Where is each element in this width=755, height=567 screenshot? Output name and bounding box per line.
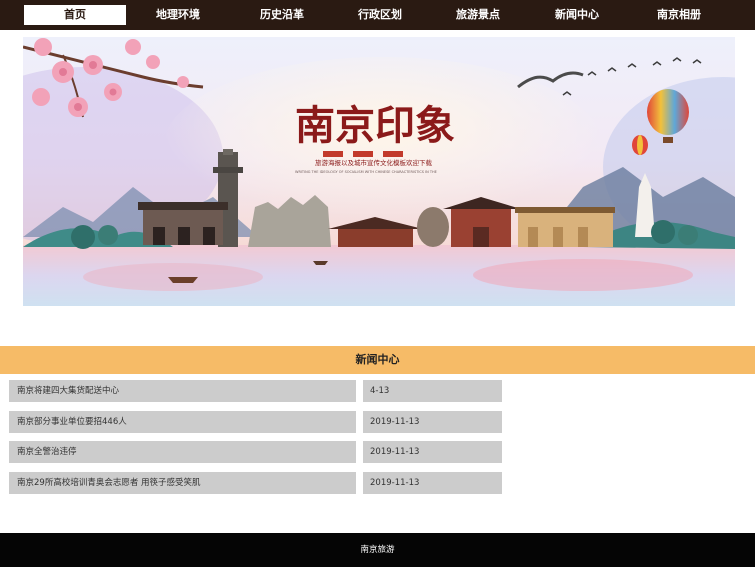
news-title-link[interactable]: 南京部分事业单位要招446人 (9, 411, 356, 433)
footer-text: 南京旅游 (360, 545, 395, 555)
nav-item-home[interactable]: 首页 (24, 5, 126, 25)
nav-item-news[interactable]: 新闻中心 (530, 5, 624, 25)
nav-item-history[interactable]: 历史沿革 (230, 5, 334, 25)
nav-item-geography[interactable]: 地理环境 (126, 5, 230, 25)
news-date: 2019-11-13 (363, 441, 502, 463)
banner-title: 南京印象 (295, 102, 455, 149)
nav-item-album[interactable]: 南京相册 (624, 5, 734, 25)
news-date: 2019-11-13 (363, 472, 502, 494)
nav-item-attractions[interactable]: 旅游景点 (426, 5, 530, 25)
news-title-link[interactable]: 南京将建四大集货配送中心 (9, 380, 356, 402)
news-title-link[interactable]: 南京29所高校培训青奥会志愿者 用筷子感受笑肌 (9, 472, 356, 494)
news-title-link[interactable]: 南京全警治违停 (9, 441, 356, 463)
news-date: 4-13 (363, 380, 502, 402)
news-date: 2019-11-13 (363, 411, 502, 433)
banner-image: 南京印象 旅游海报以及城市宣传文化模板欢迎下载 WRITING THE IDEO… (23, 37, 735, 306)
footer: 南京旅游 (0, 533, 755, 567)
top-nav: 首页 地理环境 历史沿革 行政区划 旅游景点 新闻中心 南京相册 (0, 0, 755, 30)
banner-subtitle: 旅游海报以及城市宣传文化模板欢迎下载 (315, 158, 433, 167)
banner-subtitle-en: WRITING THE IDEOLOGY OF SOCIALISM WITH C… (295, 170, 437, 174)
nav-item-districts[interactable]: 行政区划 (334, 5, 426, 25)
news-section-header: 新闻中心 (0, 346, 755, 374)
